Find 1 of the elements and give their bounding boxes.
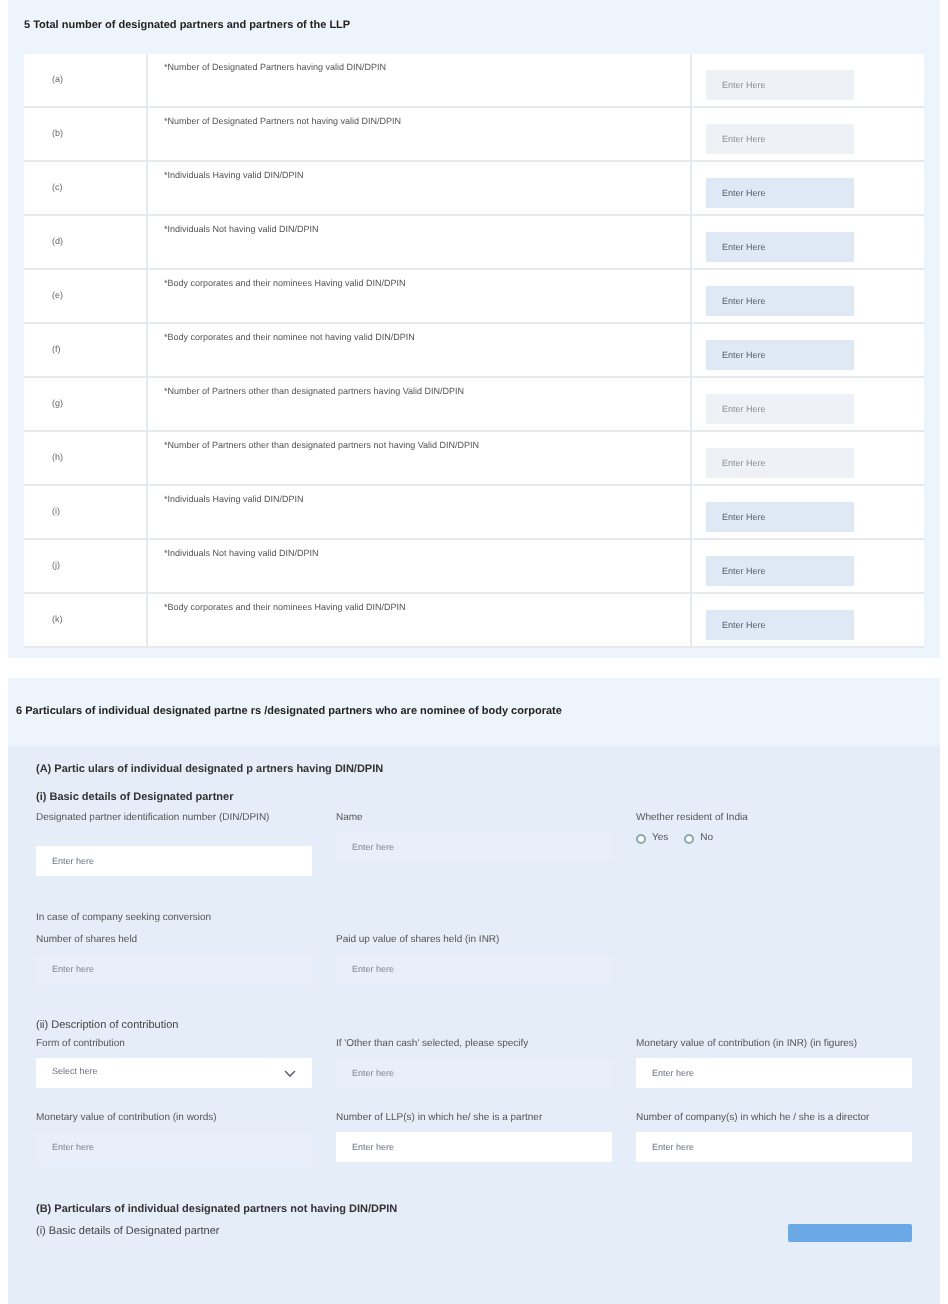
chevron-icon bbox=[284, 1069, 296, 1077]
